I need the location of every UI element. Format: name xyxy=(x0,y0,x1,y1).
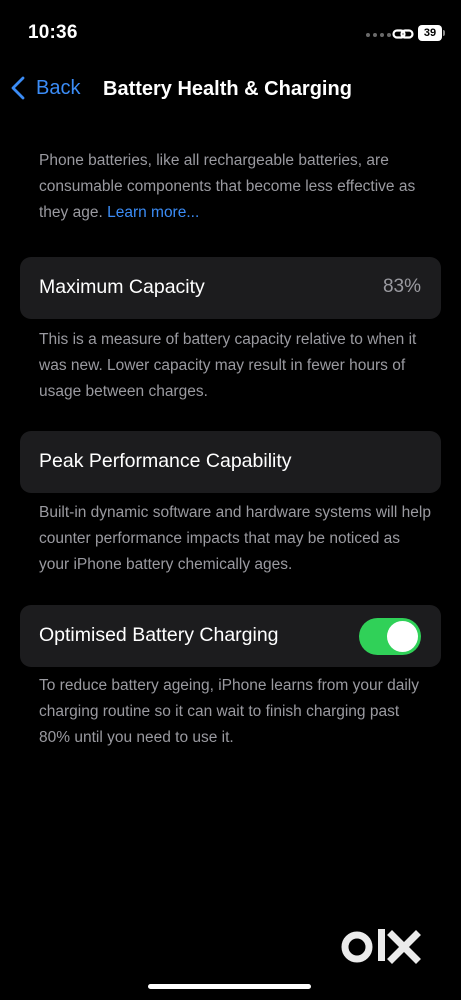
max-capacity-label: Maximum Capacity xyxy=(39,276,205,298)
toggle-knob xyxy=(387,621,418,652)
home-indicator xyxy=(148,984,311,989)
nav-bar: Back Battery Health & Charging xyxy=(0,70,461,110)
page-title: Battery Health & Charging xyxy=(103,78,352,100)
chevron-left-icon xyxy=(11,76,25,100)
max-capacity-description: This is a measure of battery capacity re… xyxy=(39,331,417,400)
learn-more-link[interactable]: Learn more... xyxy=(107,204,199,221)
olx-watermark-logo xyxy=(341,929,421,964)
optimised-charging-toggle[interactable] xyxy=(359,618,421,655)
peak-performance-label: Peak Performance Capability xyxy=(39,450,292,472)
optimised-charging-label: Optimised Battery Charging xyxy=(39,624,279,646)
signal-dots-icon xyxy=(366,33,391,37)
intro-text: Phone batteries, like all rechargeable b… xyxy=(39,152,416,221)
max-capacity-row: Maximum Capacity 83% xyxy=(20,257,441,319)
back-button[interactable]: Back xyxy=(10,76,80,100)
status-time: 10:36 xyxy=(28,22,78,43)
max-capacity-value: 83% xyxy=(382,276,421,297)
intro-description: Phone batteries, like all rechargeable b… xyxy=(39,148,431,226)
peak-performance-description: Built-in dynamic software and hardware s… xyxy=(39,504,431,573)
optimised-charging-description: To reduce battery ageing, iPhone learns … xyxy=(39,677,419,746)
back-label: Back xyxy=(36,76,81,99)
optimised-charging-row: Optimised Battery Charging xyxy=(20,605,441,667)
link-icon xyxy=(392,29,414,39)
peak-performance-row[interactable]: Peak Performance Capability xyxy=(20,431,441,493)
status-bar: 10:36 39 xyxy=(0,0,461,60)
battery-level: 39 xyxy=(423,26,437,39)
battery-icon: 39 xyxy=(418,25,446,41)
